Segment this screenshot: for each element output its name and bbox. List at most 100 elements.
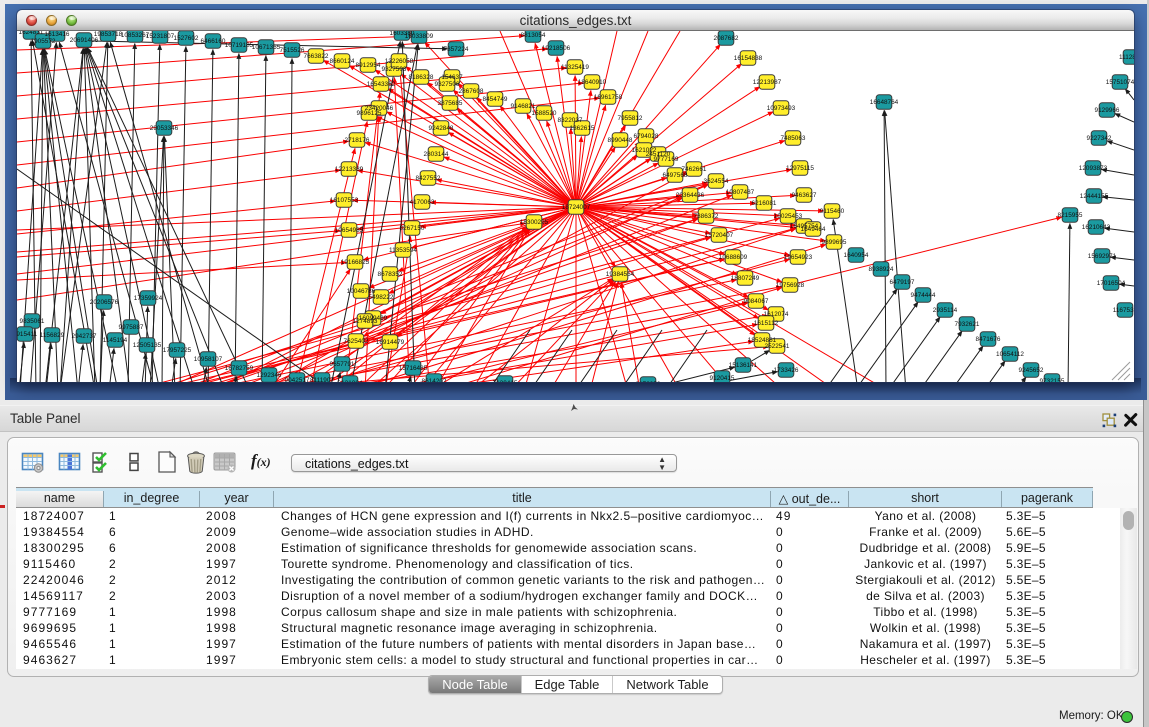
svg-text:1613416: 1613416 — [45, 31, 70, 38]
svg-text:1640954: 1640954 — [844, 252, 869, 259]
svg-text:2087682: 2087682 — [714, 35, 739, 42]
svg-text:7515526: 7515526 — [280, 47, 305, 54]
svg-text:8454749: 8454749 — [483, 96, 508, 103]
svg-text:8614202: 8614202 — [422, 378, 447, 382]
svg-text:18807249: 18807249 — [731, 275, 760, 282]
svg-text:7932621: 7932621 — [955, 321, 980, 328]
svg-text:15136141: 15136141 — [729, 362, 758, 369]
svg-text:9327506: 9327506 — [435, 81, 460, 88]
svg-text:8813054: 8813054 — [521, 32, 546, 39]
svg-text:7955812: 7955812 — [618, 115, 643, 122]
svg-text:1612074: 1612074 — [764, 311, 789, 318]
svg-text:17016504: 17016504 — [1097, 280, 1126, 287]
svg-text:10654985: 10654985 — [335, 227, 364, 234]
svg-text:17957225: 17957225 — [163, 347, 192, 354]
svg-text:7663822: 7663822 — [304, 53, 329, 60]
svg-text:2942737: 2942737 — [72, 333, 97, 340]
svg-text:12444155: 12444155 — [1080, 193, 1109, 200]
svg-text:8471676: 8471676 — [976, 336, 1001, 343]
svg-text:8111907: 8111907 — [310, 377, 334, 382]
svg-text:19756928: 19756928 — [776, 282, 805, 289]
svg-text:9245652: 9245652 — [1019, 367, 1044, 374]
svg-text:18724007: 18724007 — [562, 204, 591, 211]
svg-text:1905572: 1905572 — [31, 38, 56, 45]
svg-text:18640910: 18640910 — [578, 79, 607, 86]
svg-text:12213987: 12213987 — [753, 79, 782, 86]
svg-text:1649464: 1649464 — [801, 226, 826, 233]
svg-text:15751074: 15751074 — [1106, 79, 1134, 86]
svg-text:1615112: 1615112 — [754, 320, 779, 327]
svg-text:20691406: 20691406 — [70, 37, 99, 44]
svg-text:8427552: 8427552 — [416, 175, 441, 182]
svg-text:29053346: 29053346 — [150, 125, 179, 132]
svg-text:7625402: 7625402 — [344, 338, 369, 345]
svg-text:9146821: 9146821 — [511, 103, 536, 110]
svg-text:12213389: 12213389 — [335, 166, 364, 173]
svg-text:6466160: 6466160 — [201, 38, 226, 45]
svg-text:8322037: 8322037 — [558, 117, 583, 124]
svg-text:5498222: 5498222 — [369, 294, 394, 301]
svg-text:9474444: 9474444 — [911, 292, 936, 299]
svg-text:7485063: 7485063 — [781, 135, 806, 142]
svg-text:1112843: 1112843 — [1119, 54, 1134, 61]
svg-text:7120415: 7120415 — [493, 380, 518, 382]
svg-text:1167533: 1167533 — [1113, 307, 1134, 314]
svg-text:10654112: 10654112 — [996, 351, 1024, 358]
svg-text:19853718: 19853718 — [94, 31, 123, 38]
svg-text:16210643: 16210643 — [1082, 224, 1111, 231]
svg-text:16961758: 16961758 — [594, 94, 623, 101]
svg-text:9657791: 9657791 — [330, 361, 355, 368]
svg-text:9115460: 9115460 — [820, 208, 845, 215]
svg-text:1292346: 1292346 — [257, 372, 282, 379]
svg-text:1156829: 1156829 — [40, 332, 65, 339]
svg-text:1274893: 1274893 — [353, 318, 378, 325]
svg-text:12505135: 12505135 — [133, 342, 162, 349]
svg-text:8186328: 8186328 — [409, 74, 434, 81]
svg-text:9732155: 9732155 — [1040, 378, 1065, 382]
svg-text:9129966: 9129966 — [1095, 107, 1120, 114]
svg-text:9463627: 9463627 — [792, 192, 817, 199]
svg-text:9899695: 9899695 — [822, 239, 847, 246]
svg-text:2867608: 2867608 — [459, 88, 484, 95]
svg-text:8660124: 8660124 — [330, 58, 355, 65]
svg-text:9896125: 9896125 — [357, 110, 382, 117]
svg-text:6216081: 6216081 — [752, 200, 777, 207]
svg-text:19654923: 19654923 — [784, 254, 813, 261]
svg-text:1527602: 1527602 — [174, 35, 199, 42]
svg-text:8678352: 8678352 — [378, 271, 403, 278]
svg-text:10973493: 10973493 — [767, 105, 796, 112]
svg-text:13226058: 13226058 — [385, 58, 414, 65]
svg-text:16648764: 16648764 — [870, 99, 899, 106]
svg-text:10807487: 10807487 — [726, 189, 755, 196]
svg-text:16543362: 16543362 — [367, 81, 396, 88]
svg-text:16154838: 16154838 — [734, 55, 763, 62]
svg-text:3875685: 3875685 — [438, 100, 463, 107]
svg-text:20206576: 20206576 — [90, 299, 119, 306]
svg-text:9120415: 9120415 — [710, 375, 735, 382]
svg-text:3170952: 3170952 — [636, 381, 661, 382]
svg-text:15692971: 15692971 — [1088, 253, 1117, 260]
svg-text:7386372: 7386372 — [694, 213, 719, 220]
svg-text:6479197: 6479197 — [890, 279, 915, 286]
svg-text:6121004: 6121004 — [338, 380, 363, 382]
svg-text:9327503: 9327503 — [382, 66, 407, 73]
svg-text:15231807: 15231807 — [146, 33, 175, 40]
svg-text:1624831: 1624831 — [19, 31, 44, 36]
svg-text:6497568: 6497568 — [663, 172, 688, 179]
svg-text:19218506: 19218506 — [542, 45, 571, 52]
svg-text:12975115: 12975115 — [786, 165, 814, 172]
svg-text:8267150: 8267150 — [400, 225, 425, 232]
svg-text:2718176: 2718176 — [345, 137, 370, 144]
svg-text:10958107: 10958107 — [194, 356, 223, 363]
svg-text:16914479: 16914479 — [376, 339, 405, 346]
svg-text:4170063: 4170063 — [410, 199, 435, 206]
svg-text:15716485: 15716485 — [399, 365, 428, 372]
svg-text:10688609: 10688609 — [719, 254, 748, 261]
svg-text:11353594: 11353594 — [389, 247, 417, 254]
svg-text:154637: 154637 — [441, 74, 463, 81]
svg-text:2935114: 2935114 — [933, 307, 958, 314]
svg-text:9835061: 9835061 — [20, 318, 45, 325]
svg-text:16033809: 16033809 — [405, 33, 434, 40]
svg-text:16782759: 16782759 — [225, 365, 254, 372]
svg-text:9042517: 9042517 — [285, 377, 310, 382]
